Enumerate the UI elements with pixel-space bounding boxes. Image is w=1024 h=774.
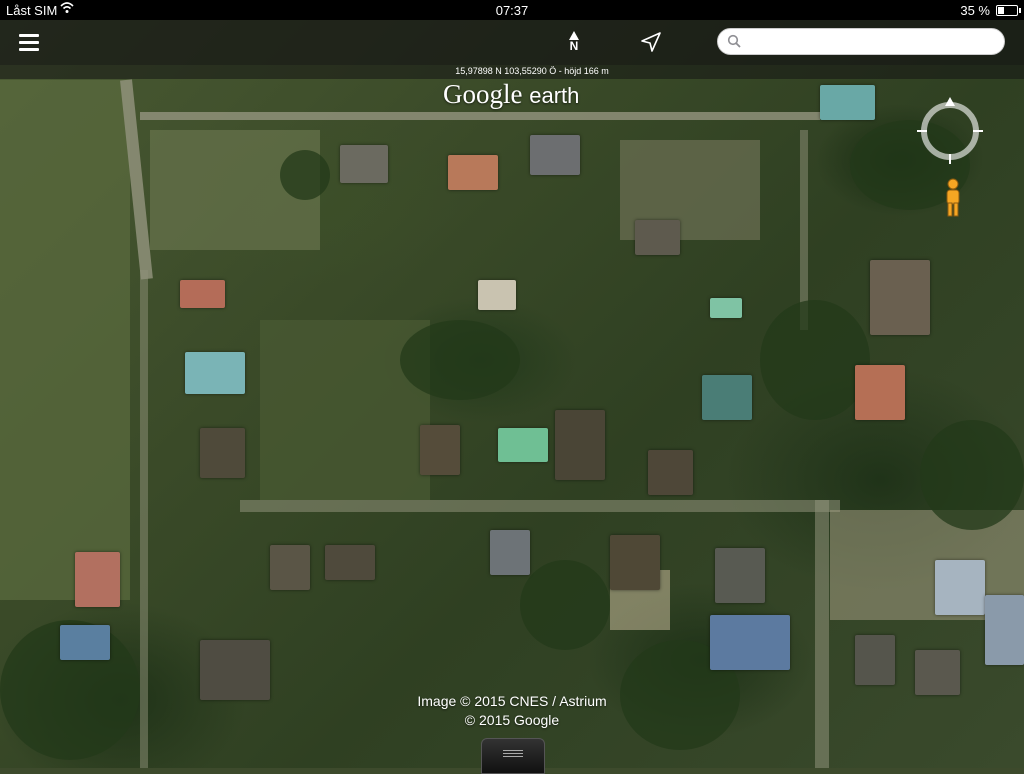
map-building — [498, 428, 548, 462]
search-box[interactable] — [717, 28, 1005, 55]
map-building — [715, 548, 765, 603]
battery-percent: 35 % — [960, 3, 990, 18]
attribution-google: © 2015 Google — [464, 712, 560, 728]
map-building — [985, 595, 1024, 665]
map-building — [490, 530, 530, 575]
map-building — [870, 260, 930, 335]
map-building — [340, 145, 388, 183]
map-building — [325, 545, 375, 580]
carrier-label: Låst SIM — [6, 3, 58, 18]
location-arrow-icon[interactable] — [638, 30, 664, 56]
map-road — [815, 500, 829, 768]
wifi-icon — [60, 1, 74, 18]
map-building — [180, 280, 225, 308]
map-building — [855, 365, 905, 420]
north-label: N — [569, 39, 579, 53]
map-building — [448, 155, 498, 190]
map-road — [140, 270, 148, 768]
map-building — [710, 298, 742, 318]
hamburger-menu-icon[interactable] — [14, 30, 40, 56]
map-building — [935, 560, 985, 615]
drawer-handle[interactable] — [481, 738, 545, 774]
menu-line — [19, 34, 39, 37]
map-building — [60, 625, 110, 660]
google-earth-logo: Google earth — [443, 79, 579, 110]
map-building — [710, 615, 790, 670]
coordinates-readout: 15,97898 N 103,55290 Ö - höjd 166 m — [455, 66, 609, 76]
battery-fill — [998, 7, 1004, 14]
map-road — [140, 112, 820, 120]
map-building — [200, 428, 245, 478]
status-bar: Låst SIM 07:37 35 % — [0, 0, 1024, 20]
clock: 07:37 — [495, 3, 529, 18]
logo-google: Google — [443, 79, 523, 109]
map-building — [530, 135, 580, 175]
map-building — [478, 280, 516, 310]
menu-line — [19, 48, 39, 51]
map-attribution: Image © 2015 CNES / Astrium © 2015 Googl… — [390, 692, 634, 730]
map-building — [200, 640, 270, 700]
map-field — [0, 80, 130, 600]
handle-line — [503, 750, 523, 751]
pegman-icon[interactable] — [943, 178, 963, 218]
handle-line — [503, 753, 523, 754]
search-icon — [727, 34, 741, 48]
battery-icon — [996, 5, 1021, 16]
compass-icon[interactable] — [915, 96, 985, 166]
map-building — [555, 410, 605, 480]
map-building — [648, 450, 693, 495]
handle-line — [503, 756, 523, 757]
map-road — [240, 500, 840, 512]
map-building — [420, 425, 460, 475]
attribution-imagery: Image © 2015 CNES / Astrium — [417, 693, 607, 709]
map-tree — [920, 420, 1024, 530]
map-building — [185, 352, 245, 394]
map-building — [610, 535, 660, 590]
satellite-map[interactable] — [0, 0, 1024, 768]
battery-nub — [1019, 8, 1021, 13]
map-building — [820, 85, 875, 120]
menu-line — [19, 41, 39, 44]
map-building — [855, 635, 895, 685]
map-building — [702, 375, 752, 420]
map-building — [270, 545, 310, 590]
map-tree — [760, 300, 870, 420]
search-input[interactable] — [748, 32, 1002, 53]
north-up-button[interactable]: N — [562, 28, 586, 58]
map-building — [75, 552, 120, 607]
logo-earth: earth — [529, 83, 580, 108]
map-building — [635, 220, 680, 255]
map-tree — [400, 320, 520, 400]
map-tree — [280, 150, 330, 200]
toolbar: N — [0, 20, 1024, 65]
map-tree — [520, 560, 610, 650]
map-building — [915, 650, 960, 695]
coordinate-strip: 15,97898 N 103,55290 Ö - höjd 166 m — [0, 65, 1024, 79]
